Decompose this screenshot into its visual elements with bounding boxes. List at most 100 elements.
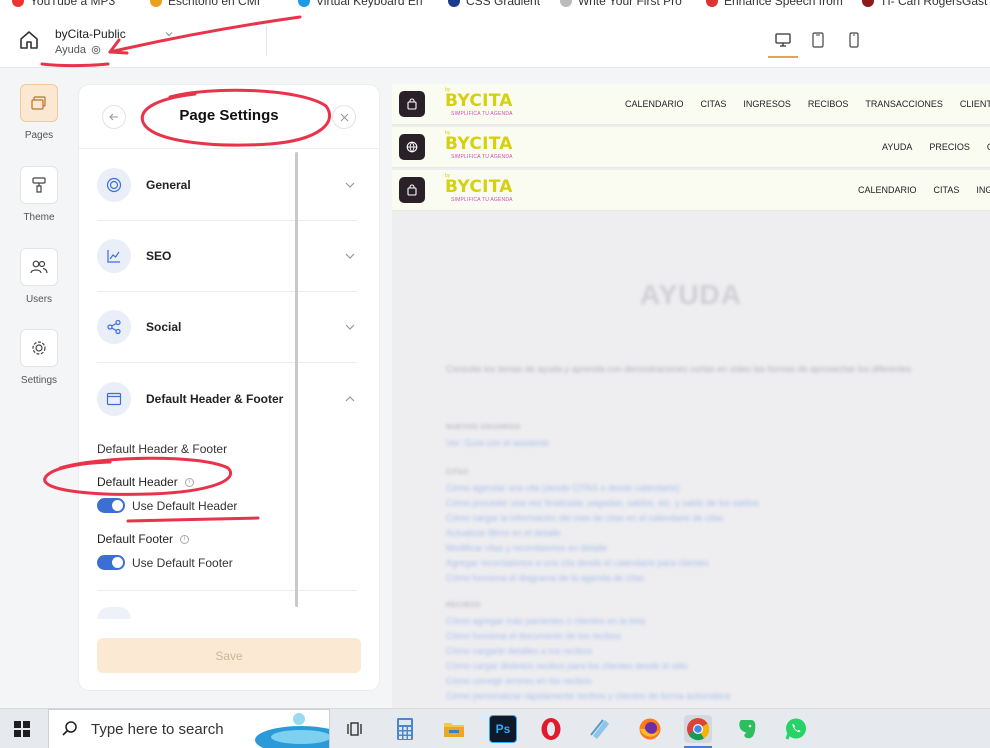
bag-icon: [399, 91, 425, 117]
bookmark-item[interactable]: TI- Can Rogers: [862, 0, 962, 8]
taskbar: Type here to search Ps: [0, 708, 990, 748]
home-icon[interactable]: [18, 29, 40, 51]
taskbar-search[interactable]: Type here to search: [48, 709, 330, 748]
nav-menu: CALENDARIO CITAS INGRESOS RECIBOS TRANSA…: [625, 99, 990, 109]
top-bar: byCita-Public Ayuda: [0, 10, 990, 68]
chevron-down-icon: [345, 324, 355, 330]
logo-text: BYCITA: [445, 91, 513, 111]
default-footer-label: Default Footer i: [97, 532, 190, 546]
section-label: General: [146, 178, 191, 192]
mobile-view-button[interactable]: [839, 28, 869, 52]
rail-item-users[interactable]: Users: [19, 248, 59, 305]
nav-item[interactable]: CITAS: [934, 185, 960, 195]
header-row-2[interactable]: BYCITA SIMPLIFICA TU AGENDA by AYUDA PRE…: [392, 127, 990, 168]
header-row-3[interactable]: BYCITA SIMPLIFICA TU AGENDA by CALENDARI…: [392, 170, 990, 211]
nav-item[interactable]: RECIBOS: [808, 99, 849, 109]
logo-prefix: by: [445, 130, 451, 136]
desktop-view-button[interactable]: [768, 28, 798, 52]
bookmark-item[interactable]: Enhance Speech from: [706, 0, 843, 8]
photoshop-icon[interactable]: Ps: [489, 715, 517, 743]
use-default-header-toggle[interactable]: Use Default Header: [97, 498, 237, 513]
section-seo[interactable]: SEO: [97, 221, 357, 292]
nav-item[interactable]: TRANSACCIONES: [865, 99, 943, 109]
section-icon-partial: [97, 607, 131, 619]
nav-item[interactable]: INGRESOS: [743, 99, 791, 109]
nav-item[interactable]: PRECIOS: [929, 142, 970, 152]
task-view-icon[interactable]: [341, 715, 369, 743]
page-settings-panel: Page Settings General SEO Social Default…: [79, 85, 379, 690]
bookmark-item[interactable]: Gast: [962, 0, 987, 8]
rail-item-theme[interactable]: Theme: [19, 166, 59, 223]
logo-text: BYCITA: [445, 134, 513, 154]
preview-link[interactable]: Cómo funciona el diagrama de la agenda d…: [446, 573, 644, 583]
nav-item[interactable]: CITAS: [701, 99, 727, 109]
current-page-name: Ayuda: [55, 44, 86, 56]
section-header-footer[interactable]: Default Header & Footer: [97, 363, 357, 434]
general-icon: [97, 168, 131, 202]
toggle-switch[interactable]: [97, 498, 125, 513]
section-label: Default Header & Footer: [146, 391, 284, 406]
nav-menu: CALENDARIO CITAS ING: [858, 185, 990, 195]
toggle-label: Use Default Header: [132, 498, 238, 513]
tablet-icon: [812, 32, 824, 48]
chevron-down-icon: [165, 32, 173, 37]
rail-item-pages[interactable]: Pages: [19, 84, 59, 141]
gear-icon[interactable]: [90, 44, 102, 56]
preview-link[interactable]: Cómo proceder una vez finalizada: pagada…: [446, 498, 759, 508]
preview-link[interactable]: Ver: Guía con el asistente: [446, 438, 549, 448]
calculator-icon[interactable]: [391, 715, 419, 743]
nav-item[interactable]: CALENDARIO: [625, 99, 684, 109]
section-social[interactable]: Social: [97, 292, 357, 363]
rail-label: Users: [25, 294, 53, 305]
preview-link[interactable]: Cómo cargarle detalles a tus recibos: [446, 646, 592, 656]
preview-link[interactable]: Agregar recordatorios a una cita desde e…: [446, 558, 709, 568]
bookmark-item[interactable]: Write Your First Pro: [560, 0, 682, 8]
preview-link[interactable]: Cómo corregir errores en los recibos: [446, 676, 592, 686]
save-button[interactable]: Save: [97, 638, 361, 673]
site-selector[interactable]: byCita-Public: [55, 27, 174, 41]
panel-scrollbar[interactable]: [295, 152, 298, 607]
section-general[interactable]: General: [97, 150, 357, 221]
chrome-icon[interactable]: [684, 715, 712, 743]
preview-link[interactable]: Cómo personalizar rápidamente recibos y …: [446, 691, 730, 701]
whatsapp-icon[interactable]: [782, 715, 810, 743]
preview-link[interactable]: Modificar citas y recordatorios en detal…: [446, 543, 607, 553]
preview-link[interactable]: Cómo cargar la información del mes de ci…: [446, 513, 724, 523]
nav-item[interactable]: CLIENT: [960, 99, 990, 109]
logo: BYCITA SIMPLIFICA TU AGENDA by: [445, 87, 513, 117]
current-page-selector[interactable]: Ayuda: [55, 44, 102, 56]
nav-item[interactable]: ING: [976, 185, 990, 195]
file-explorer-icon[interactable]: [440, 715, 468, 743]
tablet-view-button[interactable]: [803, 28, 833, 52]
preview-link[interactable]: Cómo agregar más pacientes o clientes en…: [446, 616, 645, 626]
preview-link[interactable]: Cómo cargar distintos recibos para los c…: [446, 661, 688, 671]
notes-icon[interactable]: [586, 715, 614, 743]
header-row-1[interactable]: BYCITA SIMPLIFICA TU AGENDA by CALENDARI…: [392, 84, 990, 125]
opera-icon[interactable]: [537, 715, 565, 743]
preview-link[interactable]: Actualizar filtros en el detalle: [446, 528, 561, 538]
bookmark-item[interactable]: YouTube a MP3: [12, 0, 115, 8]
info-icon[interactable]: i: [184, 477, 194, 487]
bookmark-item[interactable]: Virtual Keyboard En: [298, 0, 423, 8]
nav-item[interactable]: CALENDARIO: [858, 185, 917, 195]
preview-link[interactable]: Cómo funciona el documento de los recibo…: [446, 631, 621, 641]
logo-tagline: SIMPLIFICA TU AGENDA: [451, 197, 513, 203]
rail-item-settings[interactable]: Settings: [19, 329, 59, 386]
search-placeholder: Type here to search: [91, 720, 224, 738]
header-footer-subtitle: Default Header & Footer: [97, 442, 228, 456]
evernote-icon[interactable]: [733, 715, 761, 743]
default-header-label: Default Header i: [97, 475, 194, 489]
bookmark-item[interactable]: Escritorio en CMI: [150, 0, 260, 8]
divider: [266, 26, 267, 56]
toggle-switch[interactable]: [97, 555, 125, 570]
photoshop-label: Ps: [495, 722, 511, 736]
close-button[interactable]: [332, 105, 356, 129]
windows-start-icon[interactable]: [14, 721, 30, 737]
nav-item[interactable]: AYUDA: [882, 142, 912, 152]
bookmark-item[interactable]: CSS Gradient: [448, 0, 540, 8]
info-icon[interactable]: i: [180, 534, 190, 544]
firefox-icon[interactable]: [636, 715, 664, 743]
use-default-footer-toggle[interactable]: Use Default Footer: [97, 555, 233, 570]
preview-link[interactable]: Cómo agendar una cita (desde CITAS o des…: [446, 483, 679, 493]
pages-icon: [20, 84, 58, 122]
